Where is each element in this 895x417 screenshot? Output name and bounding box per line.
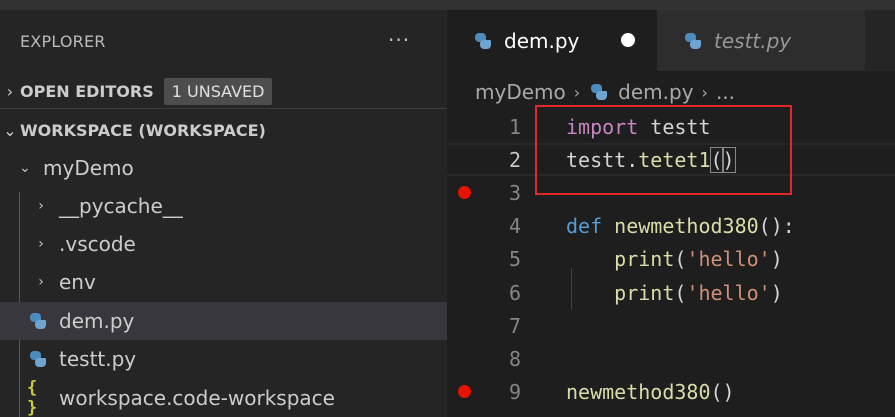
code-line[interactable]: 9 newmethod380() [447,375,895,408]
tree-folder-vscode[interactable]: › .vscode [0,225,447,263]
open-editors-label: OPEN EDITORS [20,81,154,101]
code-line[interactable]: 5 print('hello') [447,242,895,275]
line-number: 8 [508,346,521,371]
tree-item-label: __pycache__ [59,194,183,218]
breakpoint-icon[interactable] [458,186,471,199]
tree-item-label: workspace.code-workspace [59,386,335,410]
code-text: testt.tetet1() [566,146,736,173]
chevron-right-icon: › [38,198,44,214]
line-number: 1 [508,114,521,139]
python-icon [27,311,49,331]
line-number: 4 [508,213,521,238]
code-line[interactable]: 1 import testt [447,110,895,143]
line-number: 2 [508,147,521,172]
tree-item-label: testt.py [59,347,137,371]
chevron-right-icon: › [573,82,581,102]
code-line-current[interactable]: 2 testt.tetet1() [447,143,895,176]
tree-item-label: myDemo [43,156,134,180]
unsaved-badge: 1 UNSAVED [163,77,273,105]
tab-label: testt.py [714,28,792,53]
chevron-right-icon: › [38,236,44,252]
unsaved-dot-icon[interactable] [621,33,635,47]
code-line[interactable]: 8 [447,342,895,375]
tab-testt-py[interactable]: testt.py [657,10,865,71]
chevron-down-icon: ⌄ [19,160,31,176]
line-number: 6 [508,280,521,305]
workspace-label: WORKSPACE (WORKSPACE) [20,120,266,140]
chevron-down-icon: ⌄ [3,120,17,140]
tree-file-testt-py[interactable]: testt.py [0,340,447,378]
code-line[interactable]: 7 [447,309,895,342]
breakpoint-icon[interactable] [458,385,471,398]
json-braces-icon: { } [27,378,38,417]
code-line[interactable]: 6 print('hello') [447,276,895,309]
explorer-sidebar: EXPLORER ··· › OPEN EDITORS 1 UNSAVED ⌄ … [0,10,447,417]
breadcrumb: myDemo › dem.py › ... [475,80,735,104]
title-bar [0,0,895,10]
tree-folder-pycache[interactable]: › __pycache__ [0,187,447,225]
tree-item-label: dem.py [59,309,135,333]
explorer-title: EXPLORER [20,32,106,51]
line-number: 9 [508,379,521,404]
tree-file-workspace[interactable]: { } workspace.code-workspace [0,378,447,417]
line-number: 5 [508,246,521,271]
code-line[interactable]: 3 [447,176,895,209]
line-number: 7 [508,313,521,338]
python-icon [588,82,610,102]
indent-guide [571,268,572,310]
tree-item-label: .vscode [59,232,136,256]
tree-file-dem-py[interactable]: dem.py [0,302,447,340]
tab-bar: dem.py testt.py [447,10,895,71]
section-divider [0,108,447,109]
tree-folder-env[interactable]: › env [0,263,447,301]
tab-dem-py[interactable]: dem.py [447,10,657,71]
editor-area: dem.py testt.py myDemo › dem.py › ... 1 … [447,10,895,417]
more-actions-icon[interactable]: ··· [388,28,410,52]
tree-item-label: env [59,270,96,294]
chevron-right-icon: › [38,274,44,290]
tree-folder-mydemo[interactable]: ⌄ myDemo [0,149,447,187]
workspace-section[interactable]: ⌄ WORKSPACE (WORKSPACE) [0,114,447,146]
chevron-right-icon: › [701,82,708,102]
python-icon [472,31,494,51]
breadcrumb-folder[interactable]: myDemo [475,80,566,104]
code-text: print('hello') [614,246,783,271]
code-text: newmethod380() [566,379,735,404]
tab-label: dem.py [504,28,580,53]
chevron-right-icon: › [6,81,14,101]
python-icon [27,349,49,369]
python-icon [682,31,704,51]
breadcrumb-file[interactable]: dem.py [618,80,693,104]
code-text: print('hello') [614,280,783,305]
open-editors-section[interactable]: › OPEN EDITORS 1 UNSAVED [0,75,447,107]
line-number: 3 [508,180,521,205]
breadcrumb-more[interactable]: ... [716,80,735,104]
code-text: import testt [566,114,711,139]
code-line[interactable]: 4 def newmethod380(): [447,209,895,242]
code-text: def newmethod380(): [566,213,795,238]
